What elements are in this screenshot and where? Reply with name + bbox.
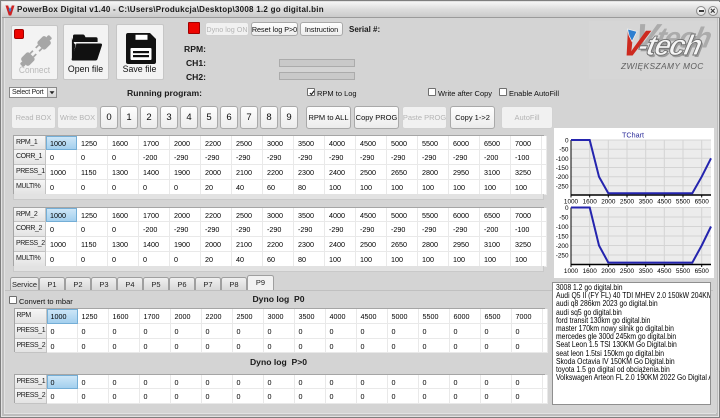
svg-text:1000: 1000 [564,268,579,275]
svg-text:-tech: -tech [635,29,704,62]
svg-text:TChart: TChart [622,131,644,140]
svg-text:-50: -50 [559,147,569,154]
svg-text:1600: 1600 [583,268,598,275]
svg-text:-100: -100 [556,156,569,163]
svg-text:6500: 6500 [695,268,710,275]
svg-text:4500: 4500 [657,268,672,275]
svg-text:-100: -100 [556,224,569,231]
svg-text:-50: -50 [559,215,569,222]
svg-text:-150: -150 [556,234,569,241]
svg-text:2500: 2500 [620,199,635,206]
svg-text:1600: 1600 [583,199,598,206]
svg-text:2500: 2500 [620,268,635,275]
svg-text:2000: 2000 [601,199,616,206]
svg-text:5500: 5500 [676,199,691,206]
svg-text:6500: 6500 [695,199,710,206]
svg-text:-200: -200 [556,174,569,181]
svg-text:3500: 3500 [639,268,654,275]
svg-text:3500: 3500 [639,199,654,206]
svg-text:ZWIĘKSZAMY MOC: ZWIĘKSZAMY MOC [620,61,704,71]
svg-text:-250: -250 [556,253,569,260]
svg-text:0: 0 [565,138,569,145]
svg-text:-150: -150 [556,165,569,172]
svg-text:5500: 5500 [676,268,691,275]
svg-text:0: 0 [565,205,569,212]
svg-text:-250: -250 [556,183,569,190]
svg-text:-200: -200 [556,243,569,250]
svg-text:2000: 2000 [601,268,616,275]
svg-text:4500: 4500 [657,199,672,206]
